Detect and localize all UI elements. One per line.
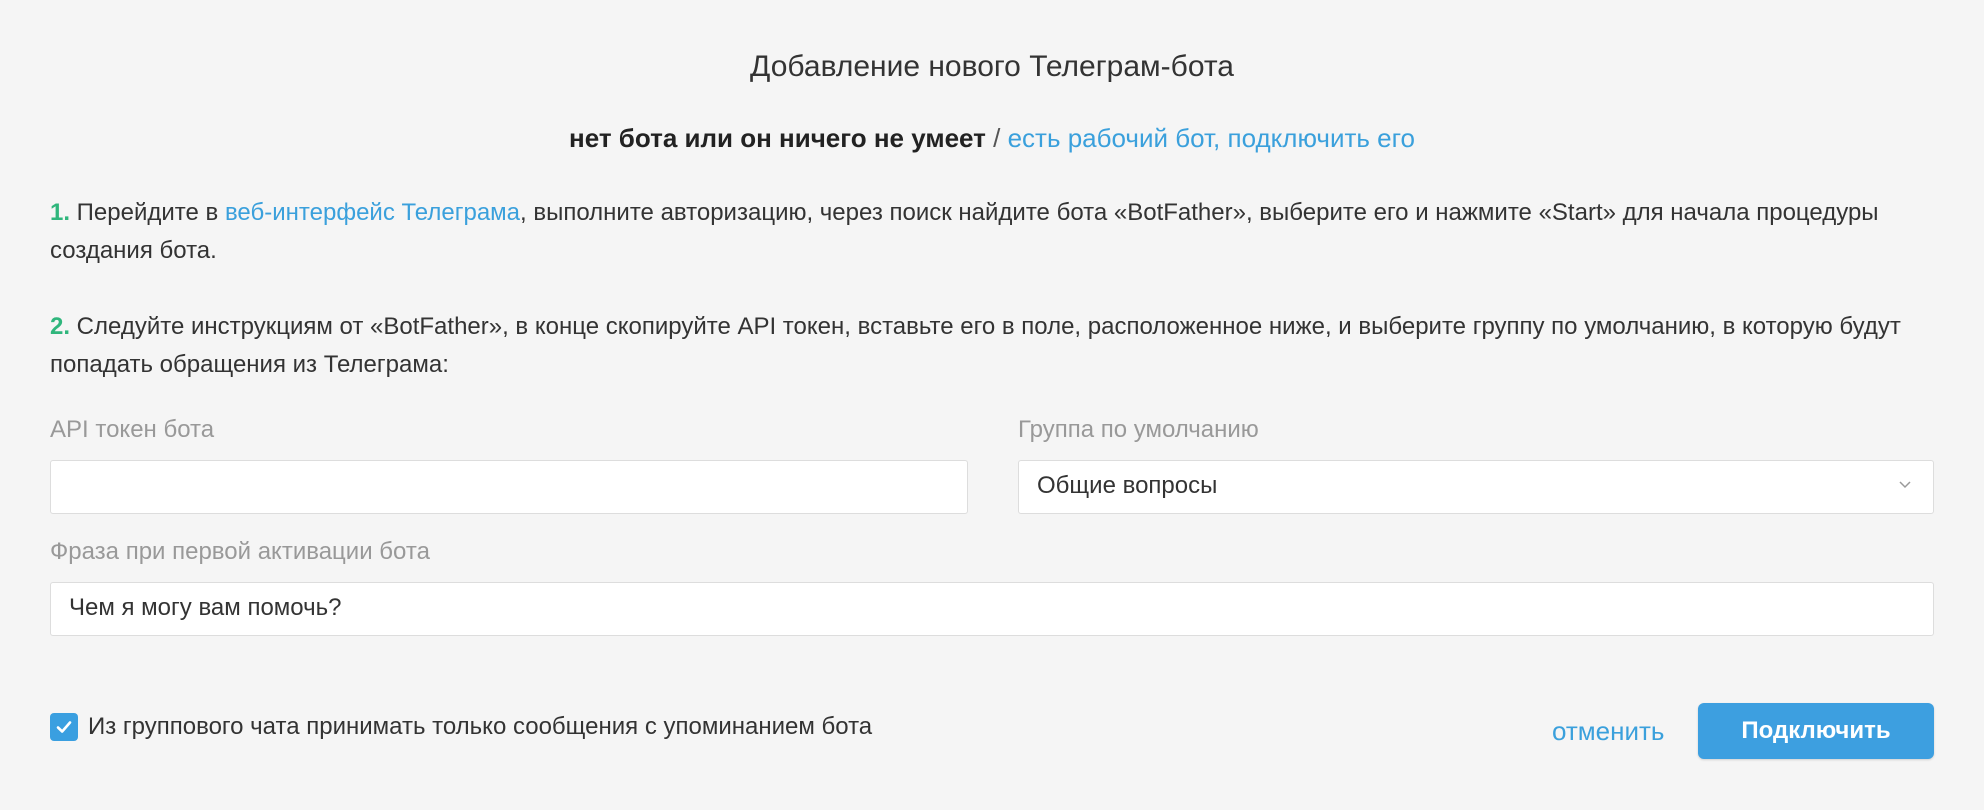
mention-only-option[interactable]: Из группового чата принимать только сооб…	[50, 710, 872, 744]
instruction-step-1: 1. Перейдите в веб-интерфейс Телеграма, …	[50, 194, 1930, 270]
api-token-label: API токен бота	[50, 416, 215, 443]
api-token-input[interactable]	[50, 460, 968, 514]
step-text: Перейдите в	[70, 199, 225, 226]
default-group-select[interactable]: Общие вопросы	[1018, 460, 1934, 514]
mode-switch: нет бота или он ничего не умеет / есть р…	[0, 118, 1984, 158]
connect-button[interactable]: Подключить	[1698, 703, 1934, 759]
check-icon	[56, 721, 72, 733]
mode-separator: /	[985, 123, 1008, 153]
add-telegram-bot-dialog: Добавление нового Телеграм-бота нет бота…	[0, 0, 1984, 810]
dialog-title: Добавление нового Телеграм-бота	[750, 50, 1234, 83]
instruction-step-2: 2. Следуйте инструкциям от «BotFather», …	[50, 308, 1930, 384]
mention-only-label: Из группового чата принимать только сооб…	[88, 713, 873, 740]
mode-current-label: нет бота или он ничего не умеет	[569, 123, 986, 153]
default-group-value: Общие вопросы	[1037, 472, 1218, 499]
chevron-down-icon	[1899, 481, 1911, 489]
telegram-web-link[interactable]: веб-интерфейс Телеграма	[225, 199, 520, 226]
step-number: 1.	[50, 199, 71, 226]
connect-existing-bot-link[interactable]: есть рабочий бот, подключить его	[1008, 123, 1415, 153]
step-text: Следуйте инструкциям от «BotFather», в к…	[50, 313, 1901, 378]
mention-only-checkbox[interactable]	[50, 713, 78, 741]
step-number: 2.	[50, 313, 71, 340]
cancel-link[interactable]: отменить	[1552, 712, 1664, 750]
activation-phrase-label: Фраза при первой активации бота	[50, 538, 430, 565]
activation-phrase-input[interactable]: Чем я могу вам помочь?	[50, 582, 1934, 636]
default-group-label: Группа по умолчанию	[1018, 416, 1259, 443]
